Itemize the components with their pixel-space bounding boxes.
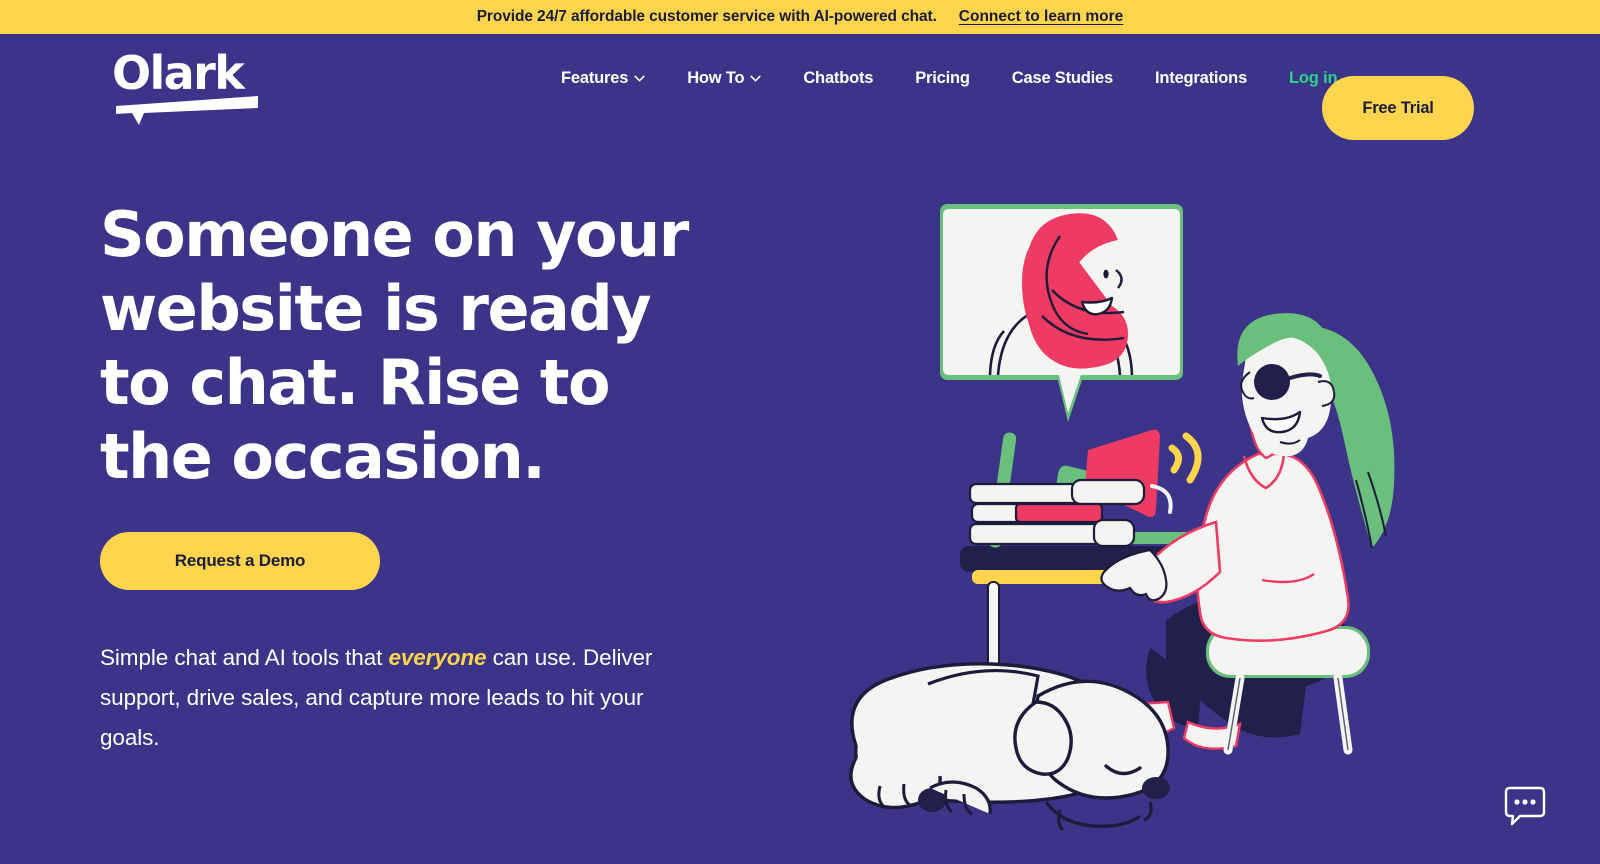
chat-bubble-icon [1504,786,1546,826]
subtext-part-1: Simple chat and AI tools that [100,645,389,670]
nav-item-label: How To [687,68,745,87]
chat-widget-button[interactable] [1502,786,1548,826]
nav-item-chatbots[interactable]: Chatbots [782,69,894,88]
logo-speech-bubble-icon [116,96,258,125]
banner-message: Provide 24/7 affordable customer service… [476,8,937,25]
nav-item-pricing[interactable]: Pricing [894,69,991,88]
hero-content: Someone on your website is ready to chat… [100,198,710,758]
free-trial-button[interactable]: Free Trial [1322,76,1474,140]
chevron-down-icon [634,75,645,82]
announcement-banner: Provide 24/7 affordable customer service… [0,0,1600,34]
site-header: Olark Features How To Chatbots Pricing C… [0,34,1600,140]
nav-item-features[interactable]: Features [540,69,666,88]
main-navigation: Features How To Chatbots Pricing Case St… [540,34,1358,122]
sleeping-dog-group [849,662,1170,830]
logo-wordmark: Olark [112,46,245,100]
speech-bubble-group [940,204,1183,422]
chevron-down-icon [750,75,762,82]
subtext-highlight: everyone [388,645,487,670]
olark-logo[interactable]: Olark [112,46,262,125]
nav-item-integrations[interactable]: Integrations [1134,69,1268,88]
nav-item-how-to[interactable]: How To [666,69,782,88]
request-demo-button[interactable]: Request a Demo [100,532,380,590]
hero-subtext: Simple chat and AI tools that everyone c… [100,638,660,758]
nav-item-label: Features [561,68,629,87]
hero-illustration [820,150,1500,830]
hero-illustration-graphic [849,204,1395,830]
page-root: Provide 24/7 affordable customer service… [0,0,1600,864]
banner-learn-more-link[interactable]: Connect to learn more [959,8,1124,26]
nav-item-case-studies[interactable]: Case Studies [991,69,1134,88]
page-title: Someone on your website is ready to chat… [100,198,689,493]
